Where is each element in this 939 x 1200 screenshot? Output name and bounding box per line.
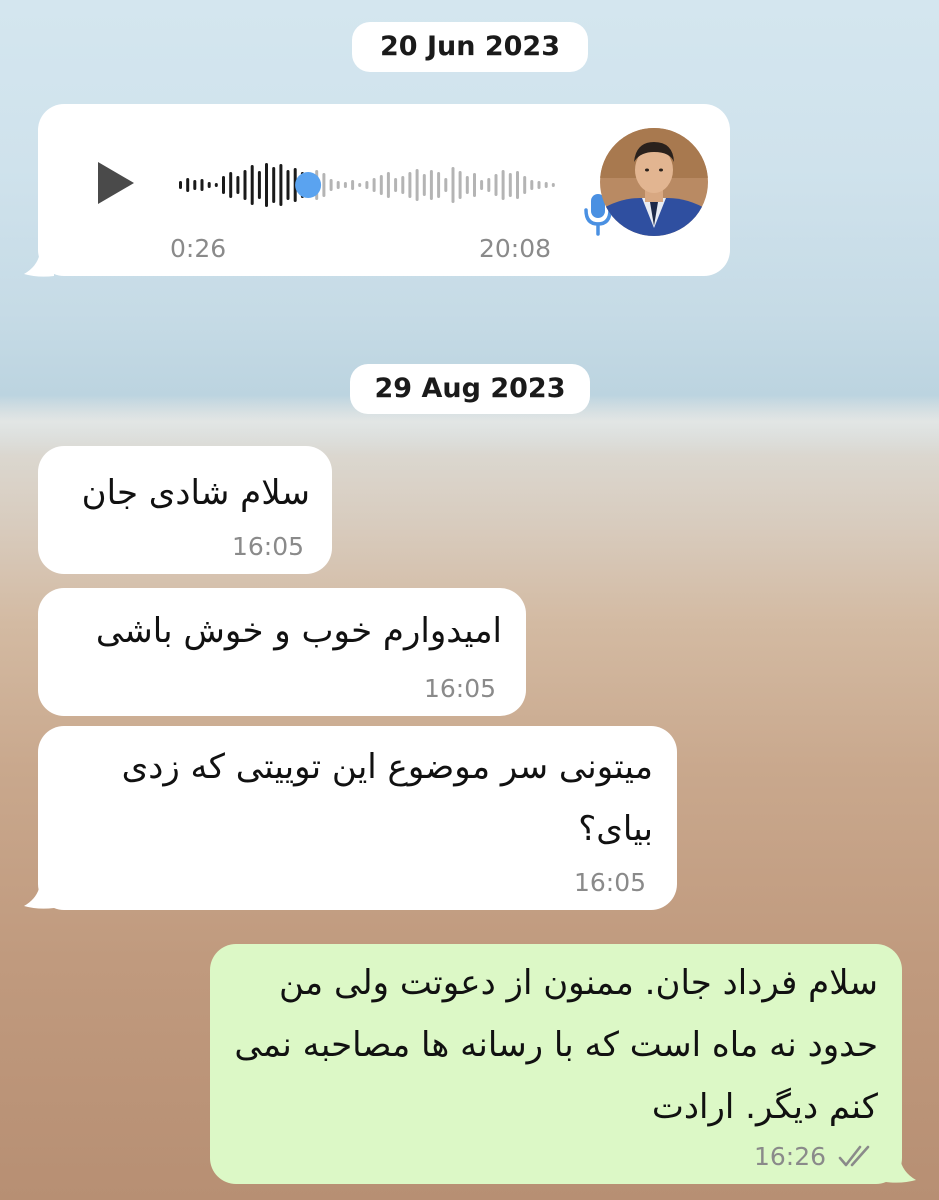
- avatar[interactable]: [600, 128, 708, 236]
- waveform-bar: [386, 172, 390, 198]
- waveform-bar: [193, 180, 197, 190]
- message-text: امیدوارم خوب و خوش باشی: [95, 611, 502, 651]
- waveform-bar: [250, 165, 254, 205]
- message-text: سلام شادی جان: [81, 473, 310, 513]
- waveform-bar: [537, 181, 541, 189]
- waveform-bar: [243, 170, 247, 200]
- message-bubble-incoming[interactable]: سلام شادی جان 16:05: [38, 446, 332, 574]
- waveform-bar: [530, 180, 534, 190]
- waveform-bar: [257, 171, 261, 199]
- waveform-bar: [222, 176, 225, 194]
- play-icon[interactable]: [98, 162, 134, 204]
- waveform-bar: [415, 169, 419, 201]
- waveform-bar: [544, 182, 548, 188]
- waveform-bar: [501, 170, 505, 200]
- waveform-bar: [422, 174, 426, 196]
- date-separator: 29 Aug 2023: [350, 364, 590, 414]
- message-time: 16:05: [232, 532, 305, 561]
- waveform-bar: [408, 172, 412, 198]
- waveform-bar: [494, 174, 498, 196]
- message-bubble-outgoing[interactable]: سلام فرداد جان. ممنون از دعوتت ولی من حد…: [210, 944, 902, 1184]
- waveform-bar: [523, 176, 527, 194]
- waveform-bar: [458, 171, 462, 199]
- date-separator: 20 Jun 2023: [352, 22, 588, 72]
- waveform-bar: [179, 181, 182, 189]
- message-bubble-incoming[interactable]: امیدوارم خوب و خوش باشی 16:05: [38, 588, 526, 716]
- waveform-bar: [372, 178, 376, 192]
- waveform-bar: [444, 178, 448, 192]
- waveform-bar: [401, 176, 405, 194]
- waveform-bar: [322, 173, 326, 197]
- waveform-bar: [465, 176, 469, 194]
- waveform-bar: [329, 179, 333, 191]
- waveform-bar: [437, 172, 441, 198]
- waveform-bar: [487, 178, 491, 192]
- voice-duration: 0:26: [170, 234, 227, 263]
- message-time: 16:05: [574, 868, 647, 897]
- playback-progress-dot: [295, 172, 322, 198]
- double-check-icon: [838, 1145, 870, 1167]
- waveform-bar: [272, 167, 276, 203]
- waveform-bar: [236, 176, 240, 194]
- waveform-bar: [229, 172, 233, 198]
- waveform-bar: [207, 182, 211, 188]
- message-bubble-incoming[interactable]: میتونی سر موضوع این توییتی که زدی بیای؟ …: [38, 726, 677, 910]
- voice-waveform[interactable]: [178, 154, 558, 214]
- waveform-bar: [279, 164, 283, 206]
- message-text: میتونی سر موضوع این توییتی که زدی بیای؟: [121, 747, 653, 849]
- voice-message-bubble[interactable]: 0:26 20:08: [38, 104, 730, 276]
- waveform-bar: [200, 179, 204, 191]
- message-time: 16:26: [754, 1142, 827, 1171]
- waveform-bar: [429, 170, 433, 200]
- waveform-bar: [473, 173, 476, 197]
- waveform-bar: [451, 167, 455, 203]
- waveform-bar: [186, 178, 190, 192]
- waveform-bar: [351, 180, 355, 190]
- waveform-bar: [365, 181, 369, 189]
- waveform-bar: [336, 181, 340, 189]
- waveform-bar: [508, 173, 512, 197]
- waveform-bar: [214, 183, 218, 187]
- waveform-bar: [394, 178, 398, 192]
- message-text: سلام فرداد جان. ممنون از دعوتت ولی من حد…: [234, 963, 878, 1127]
- waveform-bar: [358, 183, 362, 187]
- message-time: 20:08: [479, 234, 552, 263]
- waveform-bar: [286, 170, 290, 200]
- waveform-bar: [516, 171, 519, 199]
- message-time: 16:05: [424, 674, 497, 703]
- waveform-bar: [343, 182, 347, 188]
- waveform-bar: [265, 163, 268, 207]
- waveform-bar: [379, 175, 383, 195]
- waveform-bar: [551, 183, 555, 187]
- waveform-bar: [480, 180, 484, 190]
